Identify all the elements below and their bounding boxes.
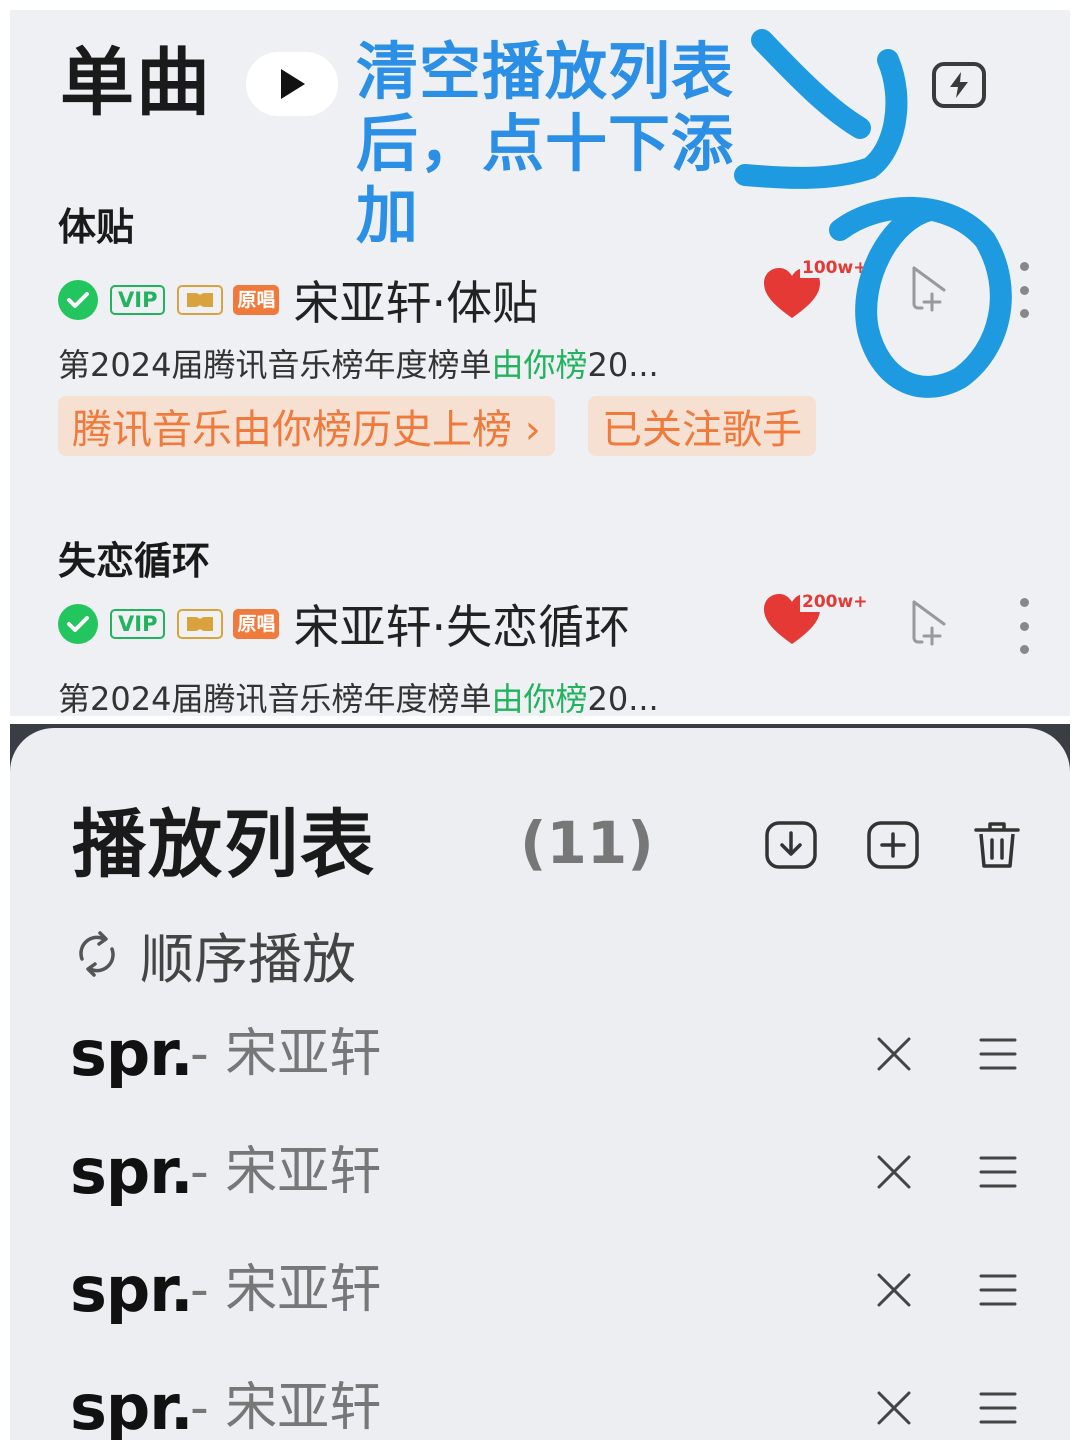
dolby-icon [177, 609, 224, 639]
playlist-item[interactable]: spr. - 宋亚轩 [70, 1014, 1030, 1094]
playlist-item[interactable]: spr. - 宋亚轩 [70, 1250, 1030, 1330]
subtitle-highlight: 由你榜 [491, 680, 588, 716]
song-subtitle: 第2024届腾讯音乐榜年度榜单由你榜20... [58, 340, 659, 386]
original-badge: 原唱 [233, 285, 280, 315]
subtitle-highlight: 由你榜 [491, 346, 588, 384]
song-name: 宋亚轩·体贴 [293, 276, 539, 330]
playlist-song-title: spr. [70, 1253, 194, 1326]
playlist-sheet: 播放列表 (11) 顺序播放 spr. - 宋亚轩 spr. - 宋亚轩 spr… [10, 728, 1070, 1440]
playlist-title: 播放列表 [72, 802, 376, 888]
check-icon [58, 604, 98, 644]
check-icon [58, 280, 98, 320]
drag-handle-icon[interactable] [978, 1152, 1018, 1192]
annotation-line: 清空播放列表 [356, 35, 735, 108]
song-name: 宋亚轩·失恋循环 [293, 600, 631, 654]
playlist-song-artist: - 宋亚轩 [190, 1378, 382, 1438]
vip-badge: VIP [110, 609, 166, 639]
close-icon[interactable] [874, 1270, 914, 1310]
handwritten-annotation: 清空播放列表 后，点十下添 加 [356, 36, 736, 252]
section-title: 单曲 [60, 40, 212, 126]
drag-handle-icon[interactable] [978, 1270, 1018, 1310]
song-group-title: 失恋循环 [58, 539, 211, 583]
chart-history-tag[interactable]: 腾讯音乐由你榜历史上榜 › [58, 396, 555, 456]
song-row[interactable]: VIP 原唱 宋亚轩·失恋循环 [58, 594, 630, 654]
vip-badge: VIP [110, 285, 166, 315]
original-badge: 原唱 [233, 609, 280, 639]
like-count: 200w+ [800, 592, 870, 612]
add-to-playlist-icon[interactable] [900, 598, 950, 648]
playlist-count: (11) [520, 809, 654, 877]
subtitle-suffix: 20... [587, 346, 659, 384]
flash-icon [950, 72, 968, 98]
play-mode-toggle[interactable]: 顺序播放 [70, 924, 356, 991]
drag-handle-icon[interactable] [978, 1388, 1018, 1428]
playlist-item[interactable]: spr. - 宋亚轩 [70, 1368, 1030, 1440]
more-icon[interactable] [1014, 262, 1034, 318]
close-icon[interactable] [874, 1034, 914, 1074]
subtitle-text: 第2024届腾讯音乐榜年度榜单 [58, 346, 492, 384]
add-to-playlist-icon[interactable] [900, 264, 950, 314]
subtitle-text: 第2024届腾讯音乐榜年度榜单 [58, 680, 492, 716]
download-icon[interactable] [764, 820, 818, 870]
song-subtitle: 第2024届腾讯音乐榜年度榜单由你榜20... [58, 674, 659, 716]
playlist-song-artist: - 宋亚轩 [190, 1142, 382, 1202]
close-icon[interactable] [874, 1152, 914, 1192]
trash-icon[interactable] [970, 820, 1024, 870]
song-search-panel: 单曲 体贴 VIP 原唱 宋亚轩·体贴 100w+ 第2024届腾讯音乐榜年度榜… [10, 10, 1070, 716]
play-mode-label: 顺序播放 [140, 927, 356, 991]
playlist-song-title: spr. [70, 1135, 194, 1208]
close-icon[interactable] [874, 1388, 914, 1428]
playlist-song-artist: - 宋亚轩 [190, 1260, 382, 1320]
flash-button[interactable] [932, 62, 986, 108]
more-icon[interactable] [1014, 598, 1034, 654]
play-icon [281, 69, 305, 99]
dolby-icon [177, 285, 224, 315]
play-all-button[interactable] [246, 52, 338, 116]
annotation-line: 后，点十下添 [356, 107, 735, 180]
playlist-item[interactable]: spr. - 宋亚轩 [70, 1132, 1030, 1212]
song-row[interactable]: VIP 原唱 宋亚轩·体贴 [58, 270, 538, 330]
repeat-icon [79, 931, 115, 977]
playlist-backdrop: 播放列表 (11) 顺序播放 spr. - 宋亚轩 spr. - 宋亚轩 spr… [10, 724, 1070, 1440]
playlist-song-title: spr. [70, 1371, 194, 1440]
annotation-line: 加 [356, 179, 420, 252]
playlist-song-artist: - 宋亚轩 [190, 1024, 382, 1084]
like-count: 100w+ [800, 258, 870, 278]
subtitle-suffix: 20... [587, 680, 659, 716]
followed-artist-tag[interactable]: 已关注歌手 [588, 396, 816, 456]
drag-handle-icon[interactable] [978, 1034, 1018, 1074]
song-group-title: 体贴 [58, 205, 135, 249]
playlist-song-title: spr. [70, 1017, 194, 1090]
add-icon[interactable] [866, 820, 920, 870]
